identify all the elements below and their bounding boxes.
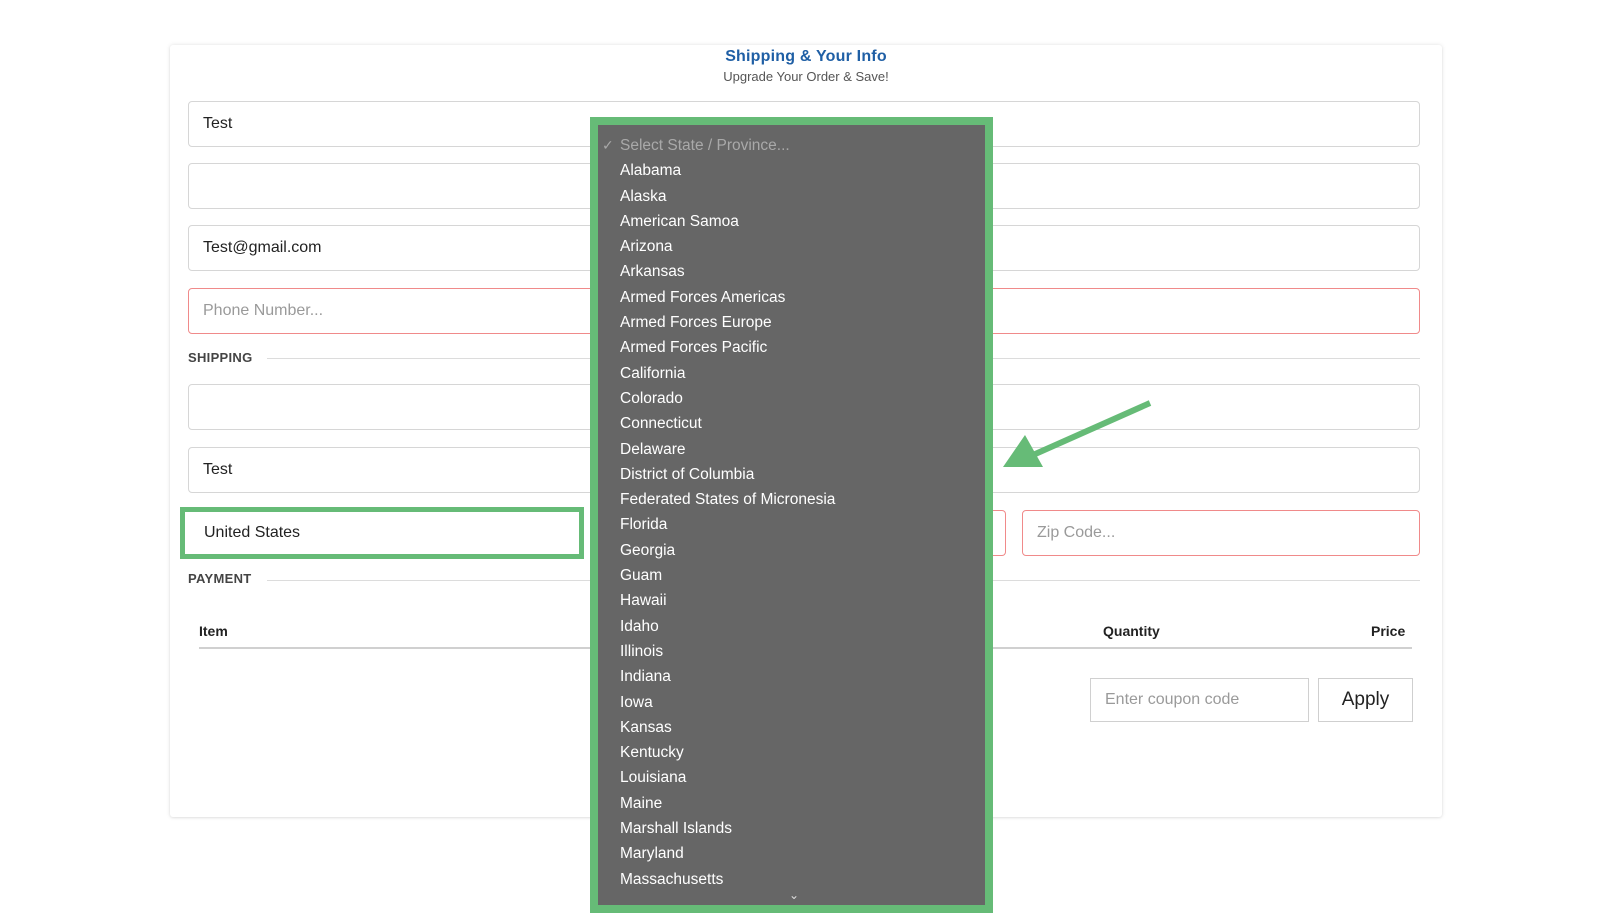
- state-option[interactable]: Kansas: [598, 715, 985, 740]
- state-option[interactable]: American Samoa: [598, 209, 985, 234]
- coupon-code-input[interactable]: [1090, 678, 1309, 722]
- state-option[interactable]: Idaho: [598, 614, 985, 639]
- apply-coupon-button[interactable]: Apply: [1318, 678, 1413, 722]
- green-arrow-icon: [1003, 400, 1152, 467]
- state-option[interactable]: Georgia: [598, 538, 985, 563]
- shipping-section-label: SHIPPING: [188, 350, 253, 365]
- state-option[interactable]: Connecticut: [598, 411, 985, 436]
- state-option[interactable]: Maryland: [598, 841, 985, 866]
- page-title: Shipping & Your Info: [725, 48, 887, 65]
- payment-section-label: PAYMENT: [188, 571, 252, 586]
- state-option[interactable]: Louisiana: [598, 765, 985, 790]
- state-option[interactable]: Alaska: [598, 184, 985, 209]
- country-select-value: United States: [204, 524, 301, 541]
- table-header-price: Price: [1371, 623, 1406, 639]
- state-dropdown-list[interactable]: ✓ Select State / Province... Alabama Alask…: [590, 117, 993, 913]
- state-option[interactable]: District of Columbia: [598, 462, 985, 487]
- state-option[interactable]: Armed Forces Pacific: [598, 335, 985, 360]
- state-option[interactable]: Hawaii: [598, 588, 985, 613]
- table-header-item: Item: [199, 623, 228, 639]
- state-option[interactable]: Indiana: [598, 664, 985, 689]
- state-option[interactable]: Iowa: [598, 690, 985, 715]
- state-option[interactable]: Florida: [598, 512, 985, 537]
- state-option[interactable]: Armed Forces Americas: [598, 285, 985, 310]
- state-option[interactable]: Colorado: [598, 386, 985, 411]
- check-icon: ✓: [602, 137, 614, 153]
- state-option[interactable]: Arkansas: [598, 259, 985, 284]
- state-option[interactable]: California: [598, 361, 985, 386]
- state-option[interactable]: Maine: [598, 791, 985, 816]
- state-option-placeholder[interactable]: ✓ Select State / Province...: [598, 133, 985, 158]
- state-option[interactable]: Federated States of Micronesia: [598, 487, 985, 512]
- state-option[interactable]: Guam: [598, 563, 985, 588]
- state-option[interactable]: Marshall Islands: [598, 816, 985, 841]
- state-option[interactable]: Alabama: [598, 158, 985, 183]
- table-header-quantity: Quantity: [1103, 623, 1160, 639]
- country-select[interactable]: United States: [180, 507, 584, 559]
- state-option[interactable]: Arizona: [598, 234, 985, 259]
- state-option[interactable]: Delaware: [598, 437, 985, 462]
- zip-code-input[interactable]: [1022, 510, 1420, 556]
- state-option[interactable]: Kentucky: [598, 740, 985, 765]
- page-subtitle: Upgrade Your Order & Save!: [723, 69, 889, 84]
- state-option[interactable]: Armed Forces Europe: [598, 310, 985, 335]
- state-option[interactable]: Illinois: [598, 639, 985, 664]
- scroll-down-chevron-icon[interactable]: ⌄: [789, 889, 799, 901]
